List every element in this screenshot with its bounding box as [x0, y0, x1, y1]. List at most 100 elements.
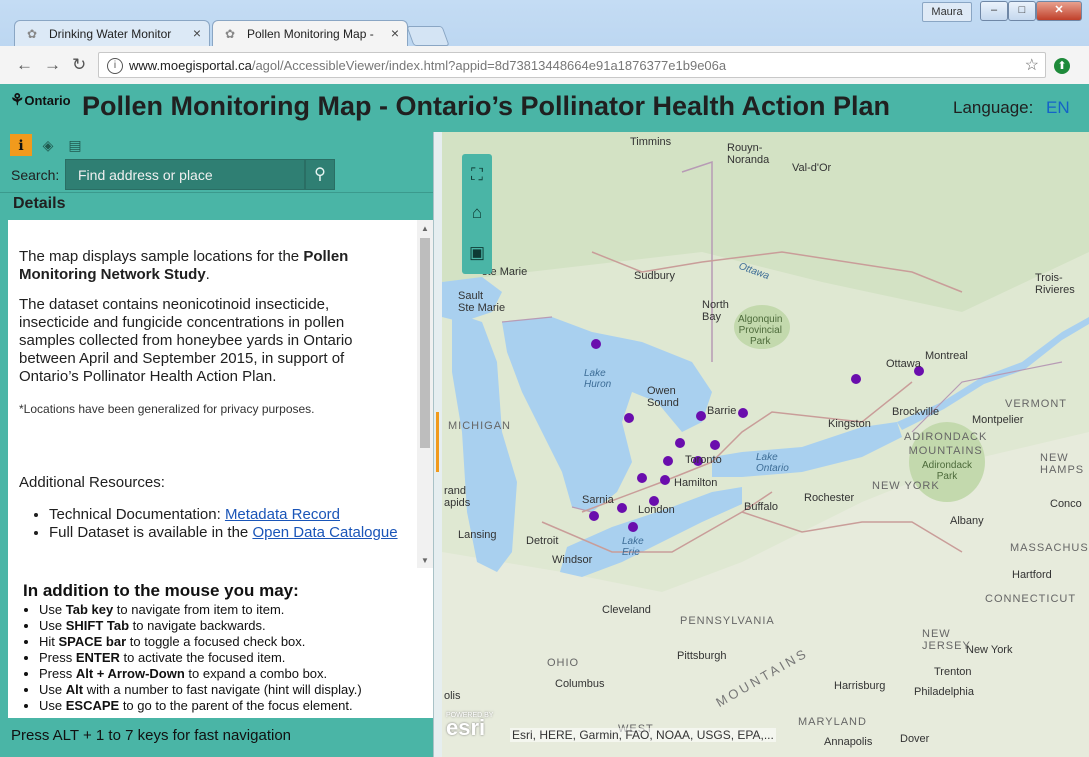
sample-point[interactable]	[675, 438, 685, 448]
tip-key: SHIFT Tab	[65, 618, 130, 633]
bookmark-star-icon[interactable]: ☆	[1025, 53, 1039, 79]
profile-badge[interactable]: Maura	[922, 2, 972, 22]
reload-icon[interactable]: ↻	[72, 55, 86, 75]
divider	[0, 192, 440, 193]
sample-point[interactable]	[696, 411, 706, 421]
keyboard-tip: Use Tab key to navigate from item to ite…	[39, 602, 439, 618]
new-tab-button[interactable]	[406, 26, 450, 46]
keyboard-tip: Press ENTER to activate the focused item…	[39, 650, 439, 666]
map-label: Owen Sound	[647, 385, 679, 409]
tip-text: to go to the parent of the focus element…	[119, 698, 353, 713]
scroll-up-icon[interactable]: ▲	[421, 224, 429, 233]
map-label: NEW YORK	[872, 480, 940, 492]
sample-point[interactable]	[710, 440, 720, 450]
language-toggle-link[interactable]: EN	[1046, 98, 1070, 118]
sample-point[interactable]	[617, 503, 627, 513]
ontario-logo: ⚘Ontario	[10, 90, 74, 110]
map-label: ADIRONDACK MOUNTAINS	[904, 431, 988, 457]
address-bar[interactable]: i www.moegisportal.ca/agol/AccessibleVie…	[98, 52, 1046, 78]
keyboard-tip: Use Alt with a number to fast navigate (…	[39, 682, 439, 698]
details-content[interactable]: The map displays sample locations for th…	[8, 220, 433, 568]
esri-logo[interactable]: esri	[446, 715, 485, 741]
details-tool-icon[interactable]: ℹ	[10, 134, 32, 156]
map-label: Lake Erie	[622, 536, 644, 558]
open-data-catalogue-link[interactable]: Open Data Catalogue	[252, 524, 397, 541]
intro-suffix: .	[205, 266, 210, 283]
tip-text: with a number to fast navigate (hint wil…	[83, 682, 362, 697]
tab-close-icon[interactable]: ×	[391, 25, 399, 41]
details-scrollbar[interactable]: ▲ ▼	[417, 220, 433, 568]
url-host: www.moegisportal.ca	[129, 58, 252, 73]
keyboard-help-heading: In addition to the mouse you may:	[23, 581, 299, 600]
back-arrow-icon[interactable]: ←	[16, 55, 33, 75]
map-label: Sudbury	[634, 270, 675, 282]
trillium-icon: ⚘	[10, 92, 25, 109]
left-panel: ℹ ◈ ▤ Search: ⚲ Details The map displays…	[0, 132, 440, 757]
map-label: Cleveland	[602, 604, 651, 616]
sample-point[interactable]	[624, 413, 634, 423]
sample-point[interactable]	[663, 456, 673, 466]
tip-key: Alt + Arrow-Down	[75, 666, 185, 681]
tab-close-icon[interactable]: ×	[193, 25, 201, 41]
search-icon: ⚲	[314, 166, 326, 183]
map-label: Brockville	[892, 406, 940, 418]
keyboard-help: In addition to the mouse you may: Use Ta…	[8, 568, 433, 718]
splitter-grip[interactable]	[436, 412, 439, 472]
map-label: Pittsburgh	[677, 650, 727, 662]
map-label: Adirondack Park	[922, 460, 973, 482]
tip-key: ESCAPE	[65, 698, 120, 713]
resources-list: Technical Documentation: Metadata Record…	[19, 506, 409, 542]
map-controls: ⛶ ⌂ ▣	[462, 154, 492, 274]
map-label: Philadelphia	[914, 686, 974, 698]
forward-arrow-icon[interactable]: →	[44, 55, 61, 75]
map-label: MICHIGAN	[448, 420, 511, 432]
maximize-button[interactable]: □	[1008, 1, 1036, 21]
keyboard-tip: Use SHIFT Tab to navigate backwards.	[39, 618, 439, 634]
app-header: ⚘Ontario Pollen Monitoring Map - Ontario…	[0, 84, 1089, 133]
sample-point[interactable]	[660, 475, 670, 485]
map-label: MARYLAND	[798, 716, 867, 728]
sample-point[interactable]	[591, 339, 601, 349]
scrollbar-thumb[interactable]	[420, 238, 430, 448]
resource-prefix: Technical Documentation:	[49, 506, 225, 523]
tab-drinking-water[interactable]: ✿ Drinking Water Monitor ×	[14, 20, 210, 46]
metadata-record-link[interactable]: Metadata Record	[225, 506, 340, 523]
layers-tool-icon[interactable]: ◈	[37, 134, 59, 156]
sample-point[interactable]	[628, 522, 638, 532]
search-input[interactable]	[66, 160, 304, 189]
map-label: Dover	[900, 733, 930, 745]
intro-prefix: The map displays sample locations for th…	[19, 248, 304, 265]
map-label: Columbus	[555, 678, 605, 690]
url-path: /agol/AccessibleViewer/index.html?appid=…	[251, 58, 727, 73]
fullscreen-button[interactable]: ⛶	[462, 156, 492, 194]
sample-point[interactable]	[738, 408, 748, 418]
tip-text: to expand a combo box.	[184, 666, 328, 681]
legend-tool-icon[interactable]: ▤	[64, 134, 86, 156]
map-label: Trois- Rivieres	[1035, 272, 1075, 296]
map-label: Conco	[1050, 498, 1082, 510]
site-info-icon[interactable]: i	[107, 58, 123, 74]
map-view[interactable]: Timmins Rouyn- Noranda Val-d'Or ste Mari…	[442, 132, 1089, 757]
scroll-down-icon[interactable]: ▼	[421, 556, 429, 565]
home-button[interactable]: ⌂	[462, 194, 492, 232]
map-label: Harrisburg	[834, 680, 886, 692]
close-window-button[interactable]: ✕	[1036, 1, 1082, 21]
minimize-button[interactable]: –	[980, 1, 1008, 21]
tip-text: Use	[39, 618, 66, 633]
sample-point[interactable]	[637, 473, 647, 483]
map-attribution[interactable]: Esri, HERE, Garmin, FAO, NOAA, USGS, EPA…	[510, 728, 776, 742]
sample-point[interactable]	[589, 511, 599, 521]
map-label: New York	[966, 644, 1013, 656]
extent-button[interactable]: ▣	[462, 234, 492, 272]
tip-key: SPACE bar	[58, 634, 127, 649]
tip-key: ENTER	[75, 650, 120, 665]
map-label: rand apids	[444, 485, 471, 509]
panel-splitter[interactable]	[433, 132, 442, 757]
search-button[interactable]: ⚲	[305, 159, 335, 190]
tab-pollen-map[interactable]: ✿ Pollen Monitoring Map - ×	[212, 20, 408, 46]
tip-text: to navigate from item to item.	[113, 602, 285, 617]
sample-point[interactable]	[851, 374, 861, 384]
extension-icon[interactable]: ⬆	[1054, 58, 1070, 74]
home-icon: ⌂	[471, 203, 483, 222]
map-label: Annapolis	[824, 736, 873, 748]
